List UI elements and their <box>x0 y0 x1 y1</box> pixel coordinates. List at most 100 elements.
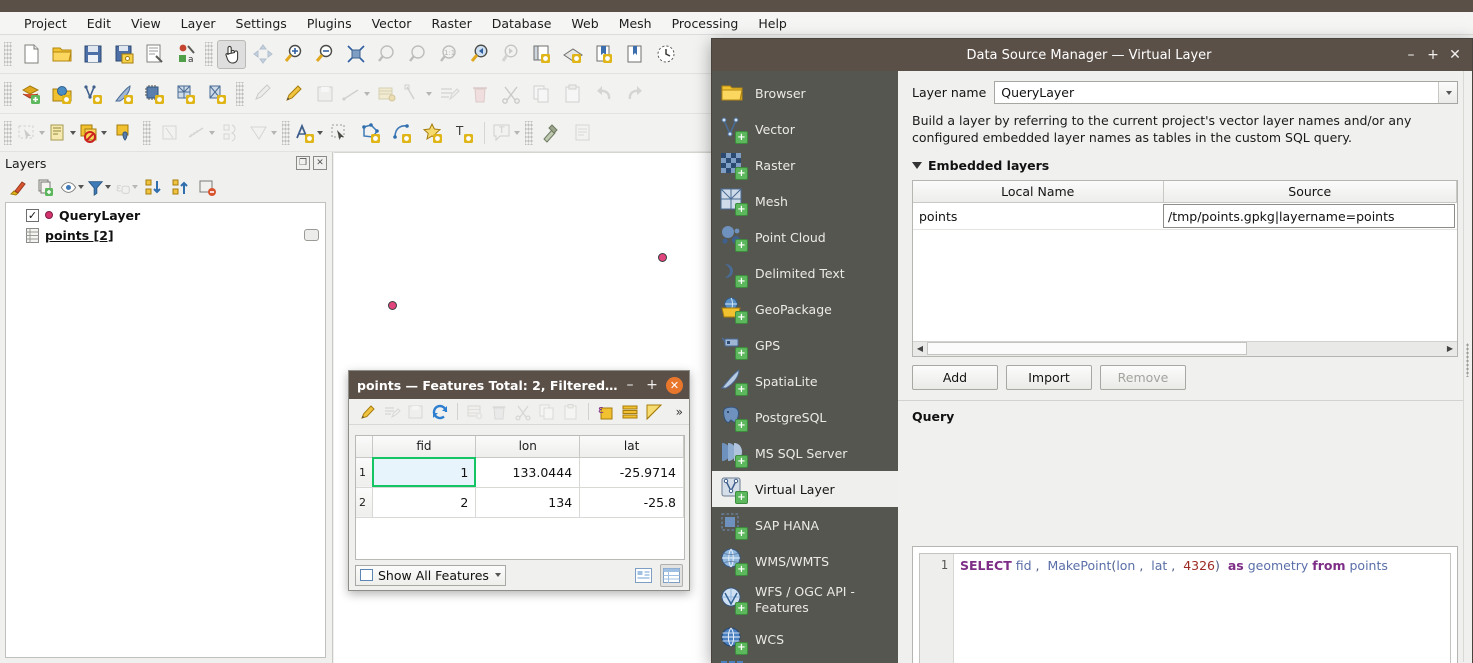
select-features-button[interactable] <box>16 118 45 147</box>
chevron-down-icon-14[interactable] <box>1438 82 1457 103</box>
sidebar-item-virtual-layer[interactable]: + Virtual Layer <box>712 471 898 507</box>
filter-legend-button[interactable] <box>87 176 111 198</box>
query-editor[interactable]: 1 SELECT fid , MakePoint(lon , lat , 432… <box>919 553 1451 663</box>
zoom-in-button[interactable] <box>279 40 308 69</box>
copy-rows-button[interactable] <box>536 401 558 423</box>
menu-edit[interactable]: Edit <box>77 14 121 33</box>
sidebar-item-delimited-text[interactable]: + Delimited Text <box>712 255 898 291</box>
layer-item-points[interactable]: points [2] <box>6 225 325 245</box>
add-feature-button[interactable] <box>341 80 370 109</box>
column-header-lon[interactable]: lon <box>475 436 581 458</box>
close-panel-button[interactable]: ✕ <box>313 156 327 170</box>
menu-database[interactable]: Database <box>482 14 562 33</box>
toolbar-drag-handle-2[interactable] <box>205 42 213 66</box>
add-text-annotation-button[interactable]: T <box>449 118 478 147</box>
embedded-layers-group-header[interactable]: Embedded layers <box>912 158 1458 173</box>
new-map-view-button[interactable] <box>527 40 556 69</box>
scroll-right-icon[interactable]: ▶ <box>1443 342 1457 355</box>
zoom-next-button[interactable] <box>496 40 525 69</box>
dsm-sidebar[interactable]: Browser + Vector + Raster + Mesh + Point… <box>712 71 898 663</box>
dsm-maximize-button[interactable]: + <box>1422 44 1444 66</box>
new-annotation-layer-button[interactable] <box>294 118 323 147</box>
menu-raster[interactable]: Raster <box>421 14 481 33</box>
layout-manager-button[interactable] <box>140 40 169 69</box>
zoom-native-button[interactable]: 1:1 <box>434 40 463 69</box>
attribute-table-close-button[interactable]: ✕ <box>666 376 683 394</box>
sidebar-item-raster[interactable]: + Raster <box>712 147 898 183</box>
query-sql-text[interactable]: SELECT fid , MakePoint(lon , lat , 4326)… <box>954 554 1450 663</box>
toolbar-drag-handle-8[interactable] <box>525 120 533 145</box>
menu-help[interactable]: Help <box>748 14 797 33</box>
select-all-rows-button[interactable] <box>619 401 641 423</box>
column-header-lat[interactable]: lat <box>579 436 684 458</box>
new-print-layout-button[interactable] <box>589 40 618 69</box>
zoom-out-button[interactable] <box>310 40 339 69</box>
embedded-column-source[interactable]: Source <box>1163 180 1457 204</box>
table-row[interactable]: points /tmp/points.gpkg|layername=points <box>913 202 1457 231</box>
embedded-cell-local-name[interactable]: points <box>913 202 1163 231</box>
sidebar-item-vector[interactable]: + Vector <box>712 111 898 147</box>
cell-lon[interactable]: 134 <box>475 487 581 518</box>
embedded-layers-table-container[interactable]: Local Name Source points /tmp/points.gpk… <box>912 179 1458 357</box>
menu-layer[interactable]: Layer <box>171 14 226 33</box>
vertex-tool-button[interactable] <box>403 80 432 109</box>
undock-panel-button[interactable]: ❐ <box>296 156 310 170</box>
multi-edit-button[interactable] <box>434 80 463 109</box>
sidebar-item-overflow[interactable] <box>712 658 898 663</box>
sidebar-item-spatialite[interactable]: + SpatiaLite <box>712 363 898 399</box>
map-point-feature-1[interactable] <box>658 253 667 262</box>
embedded-column-local-name[interactable]: Local Name <box>913 180 1164 204</box>
form-view-button[interactable] <box>632 564 655 587</box>
save-project-button[interactable] <box>78 40 107 69</box>
layer-item-querylayer[interactable]: ✓ QueryLayer <box>6 205 325 225</box>
cut-features-button[interactable] <box>496 80 525 109</box>
add-mssql-layer-button[interactable] <box>140 80 169 109</box>
add-vector-layer-button[interactable] <box>78 80 107 109</box>
zoom-last-button[interactable] <box>465 40 494 69</box>
dsm-titlebar[interactable]: Data Source Manager — Virtual Layer – + … <box>712 39 1472 71</box>
temporal-controller-button[interactable] <box>651 40 680 69</box>
undo-button[interactable] <box>589 80 618 109</box>
query-editor-container[interactable]: 1 SELECT fid , MakePoint(lon , lat , 432… <box>912 546 1458 663</box>
zoom-full-button[interactable] <box>341 40 370 69</box>
select-by-expression-button[interactable] <box>47 118 76 147</box>
table-row[interactable]: 2 2 134 -25.8 <box>356 487 684 518</box>
attribute-table-minimize-button[interactable]: – <box>619 374 641 396</box>
menu-settings[interactable]: Settings <box>226 14 297 33</box>
sidebar-item-wcs[interactable]: + WCS <box>712 622 898 658</box>
toggle-editing-button[interactable] <box>279 80 308 109</box>
attribute-table-maximize-button[interactable]: + <box>641 374 663 396</box>
column-header-fid[interactable]: fid <box>372 436 477 458</box>
attribute-toolbar-overflow-icon[interactable]: » <box>676 405 683 419</box>
remove-layer-button[interactable] <box>195 176 219 198</box>
scroll-left-icon[interactable]: ◀ <box>913 342 927 355</box>
save-edits-button[interactable] <box>405 401 427 423</box>
add-polygon-annotation-button[interactable] <box>356 118 385 147</box>
layer-indicator-icon[interactable] <box>304 229 319 241</box>
add-raster-layer-button[interactable] <box>171 80 200 109</box>
cell-fid[interactable]: 1 <box>372 457 477 488</box>
cell-lon[interactable]: 133.0444 <box>475 457 581 488</box>
paste-features-button[interactable] <box>558 80 587 109</box>
identify-features-button[interactable] <box>155 118 184 147</box>
cell-lat[interactable]: -25.8 <box>579 487 684 518</box>
add-mesh-layer-button[interactable] <box>202 80 231 109</box>
map-point-feature-2[interactable] <box>388 301 397 310</box>
add-line-annotation-button[interactable] <box>387 118 416 147</box>
sidebar-item-point-cloud[interactable]: + Point Cloud <box>712 219 898 255</box>
toolbar-drag-handle-7[interactable] <box>282 120 290 145</box>
statistical-summary-button[interactable] <box>217 118 246 147</box>
delete-selected-button[interactable] <box>465 80 494 109</box>
embedded-cell-source[interactable]: /tmp/points.gpkg|layername=points <box>1163 202 1457 231</box>
sidebar-item-mesh[interactable]: + Mesh <box>712 183 898 219</box>
dsm-close-button[interactable]: ✕ <box>1444 44 1466 66</box>
menu-mesh[interactable]: Mesh <box>609 14 662 33</box>
cell-fid[interactable]: 2 <box>372 487 477 518</box>
open-layer-styling-panel-button[interactable] <box>6 176 30 198</box>
cut-rows-button[interactable] <box>512 401 534 423</box>
table-view-button[interactable] <box>660 563 683 587</box>
zoom-to-layer-button[interactable] <box>403 40 432 69</box>
menu-view[interactable]: View <box>121 14 171 33</box>
expand-all-button[interactable] <box>141 176 165 198</box>
toolbar-drag-handle[interactable] <box>4 42 12 66</box>
